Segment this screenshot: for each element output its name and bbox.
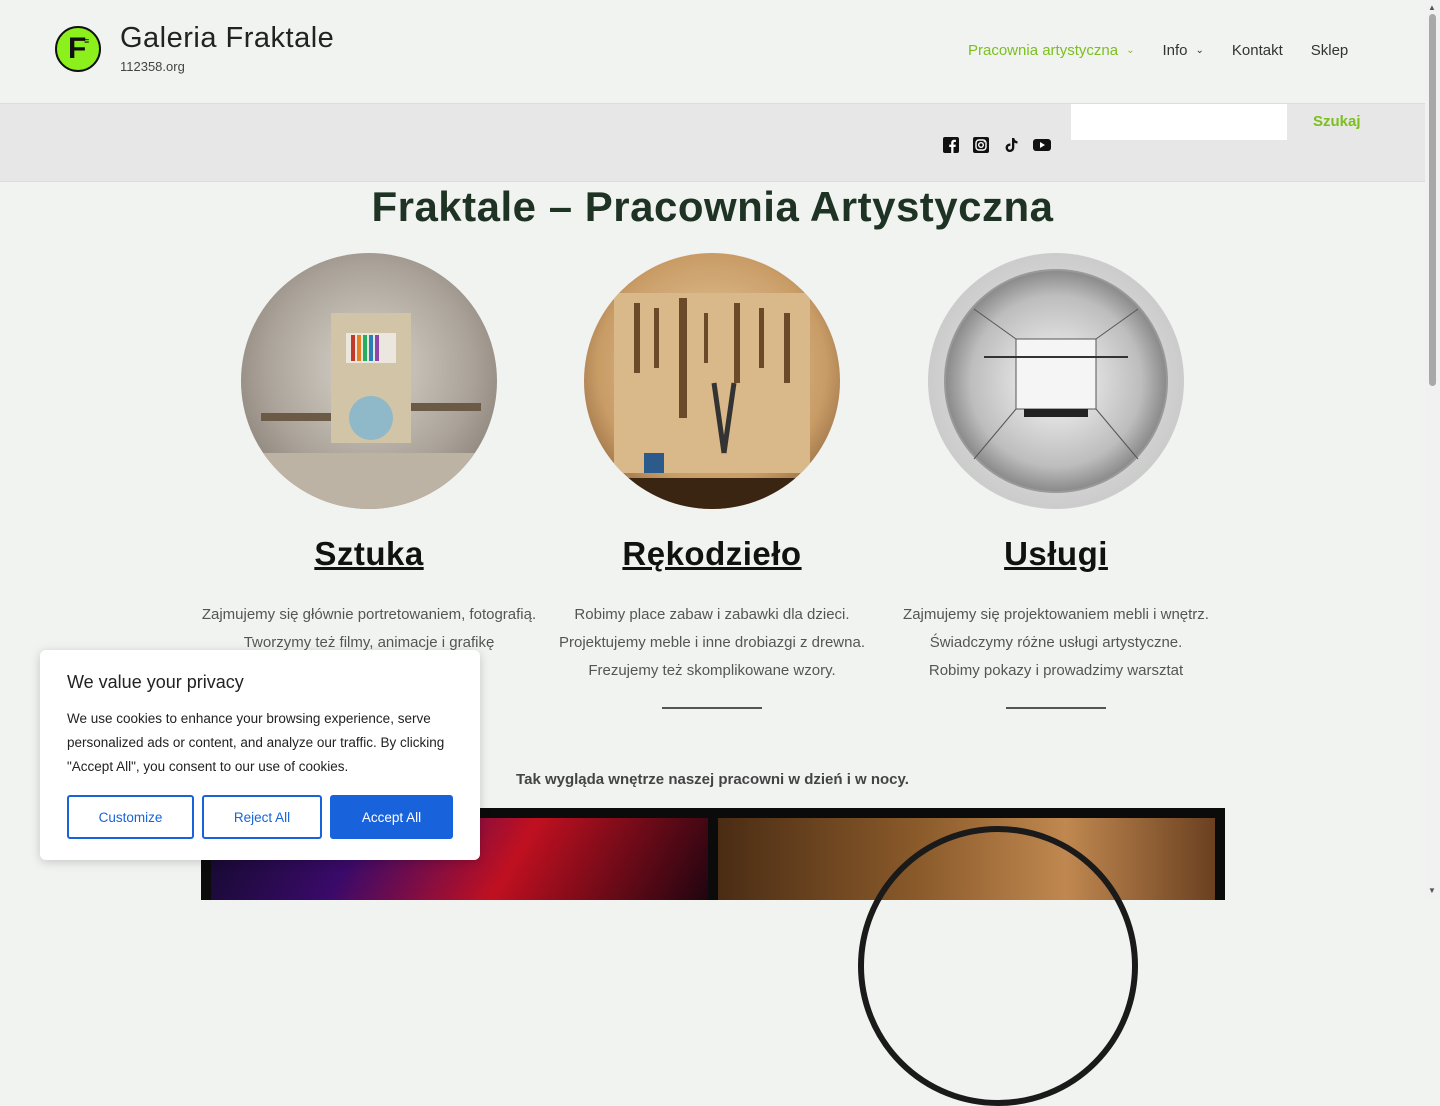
column-text: Zajmujemy się projektowaniem mebli i wnę… xyxy=(884,601,1228,685)
nav-item-sklep[interactable]: Sklep xyxy=(1311,42,1349,59)
search-input[interactable] xyxy=(1071,104,1287,140)
text-line: Świadczymy różne usługi artystyczne. xyxy=(929,634,1183,651)
text-line: Frezujemy też skomplikowane wzory. xyxy=(588,662,836,679)
site-title[interactable]: Galeria Fraktale xyxy=(120,22,334,55)
column-rekodzielo: Rękodzieło Robimy place zabaw i zabawki … xyxy=(540,253,884,709)
column-title[interactable]: Usługi xyxy=(884,535,1228,573)
column-title[interactable]: Sztuka xyxy=(197,535,541,573)
search-button[interactable]: Szukaj xyxy=(1313,113,1361,130)
site-header: F ≡ Galeria Fraktale 112358.org Pracowni… xyxy=(0,0,1425,104)
text-line: Projektujemy meble i inne drobiazgi z dr… xyxy=(559,634,865,651)
art-studio-image[interactable] xyxy=(241,253,497,509)
chevron-down-icon: ⌄ xyxy=(1126,45,1135,56)
facebook-icon[interactable] xyxy=(943,137,959,153)
divider xyxy=(1006,707,1106,709)
youtube-icon[interactable] xyxy=(1033,137,1051,153)
text-line: Robimy place zabaw i zabawki dla dzieci. xyxy=(574,606,850,623)
wheel-shape xyxy=(858,826,1138,1106)
site-logo[interactable]: F ≡ xyxy=(55,26,101,72)
scrollbar-thumb[interactable] xyxy=(1429,14,1436,386)
reject-all-button[interactable]: Reject All xyxy=(202,795,322,839)
column-sztuka: Sztuka Zajmujemy się głównie portretowan… xyxy=(197,253,541,713)
interior-render xyxy=(944,269,1168,493)
workshop-tools-image[interactable] xyxy=(584,253,840,509)
scroll-up-icon[interactable]: ▲ xyxy=(1428,3,1436,12)
scroll-down-icon[interactable]: ▼ xyxy=(1428,886,1436,895)
site-description: 112358.org xyxy=(120,59,185,74)
page-title: Fraktale – Pracownia Artystyczna xyxy=(371,183,1054,230)
customize-button[interactable]: Customize xyxy=(67,795,194,839)
chevron-down-icon: ⌄ xyxy=(1195,45,1204,56)
column-uslugi: Usługi Zajmujemy się projektowaniem mebl… xyxy=(884,253,1228,709)
nav-item-kontakt[interactable]: Kontakt xyxy=(1232,42,1283,59)
page-scrollbar[interactable]: ▲ ▼ xyxy=(1425,0,1440,900)
cookie-title: We value your privacy xyxy=(67,672,244,692)
nav-item-label: Kontakt xyxy=(1231,42,1283,59)
studio-day-image[interactable] xyxy=(718,818,1215,1106)
divider xyxy=(662,707,762,709)
interior-design-image[interactable] xyxy=(928,253,1184,509)
text-line: Zajmujemy się głównie portretowaniem, fo… xyxy=(201,606,537,623)
nav-item-label: Pracownia artystyczna xyxy=(968,42,1119,59)
header-subbar: Szukaj xyxy=(0,104,1425,182)
instagram-icon[interactable] xyxy=(973,137,989,153)
text-line: Robimy pokazy i prowadzimy warsztat xyxy=(928,662,1184,679)
logo-mark: ≡ xyxy=(84,36,90,46)
column-text: Robimy place zabaw i zabawki dla dzieci.… xyxy=(540,601,884,685)
accept-all-button[interactable]: Accept All xyxy=(330,795,453,839)
tiktok-icon[interactable] xyxy=(1003,137,1019,153)
cookie-consent-banner: We value your privacy We use cookies to … xyxy=(40,650,480,860)
social-links xyxy=(943,137,1051,153)
nav-item-pracownia[interactable]: Pracownia artystyczna ⌄ xyxy=(968,42,1134,59)
main-nav: Pracownia artystyczna ⌄ Info ⌄ Kontakt S… xyxy=(968,42,1376,59)
column-title[interactable]: Rękodzieło xyxy=(540,535,884,573)
nav-item-label: Sklep xyxy=(1310,42,1349,59)
nav-item-info[interactable]: Info ⌄ xyxy=(1162,42,1203,59)
text-line: Zajmujemy się projektowaniem mebli i wnę… xyxy=(903,606,1209,623)
nav-item-label: Info xyxy=(1162,42,1188,59)
cookie-text: We use cookies to enhance your browsing … xyxy=(67,711,445,774)
